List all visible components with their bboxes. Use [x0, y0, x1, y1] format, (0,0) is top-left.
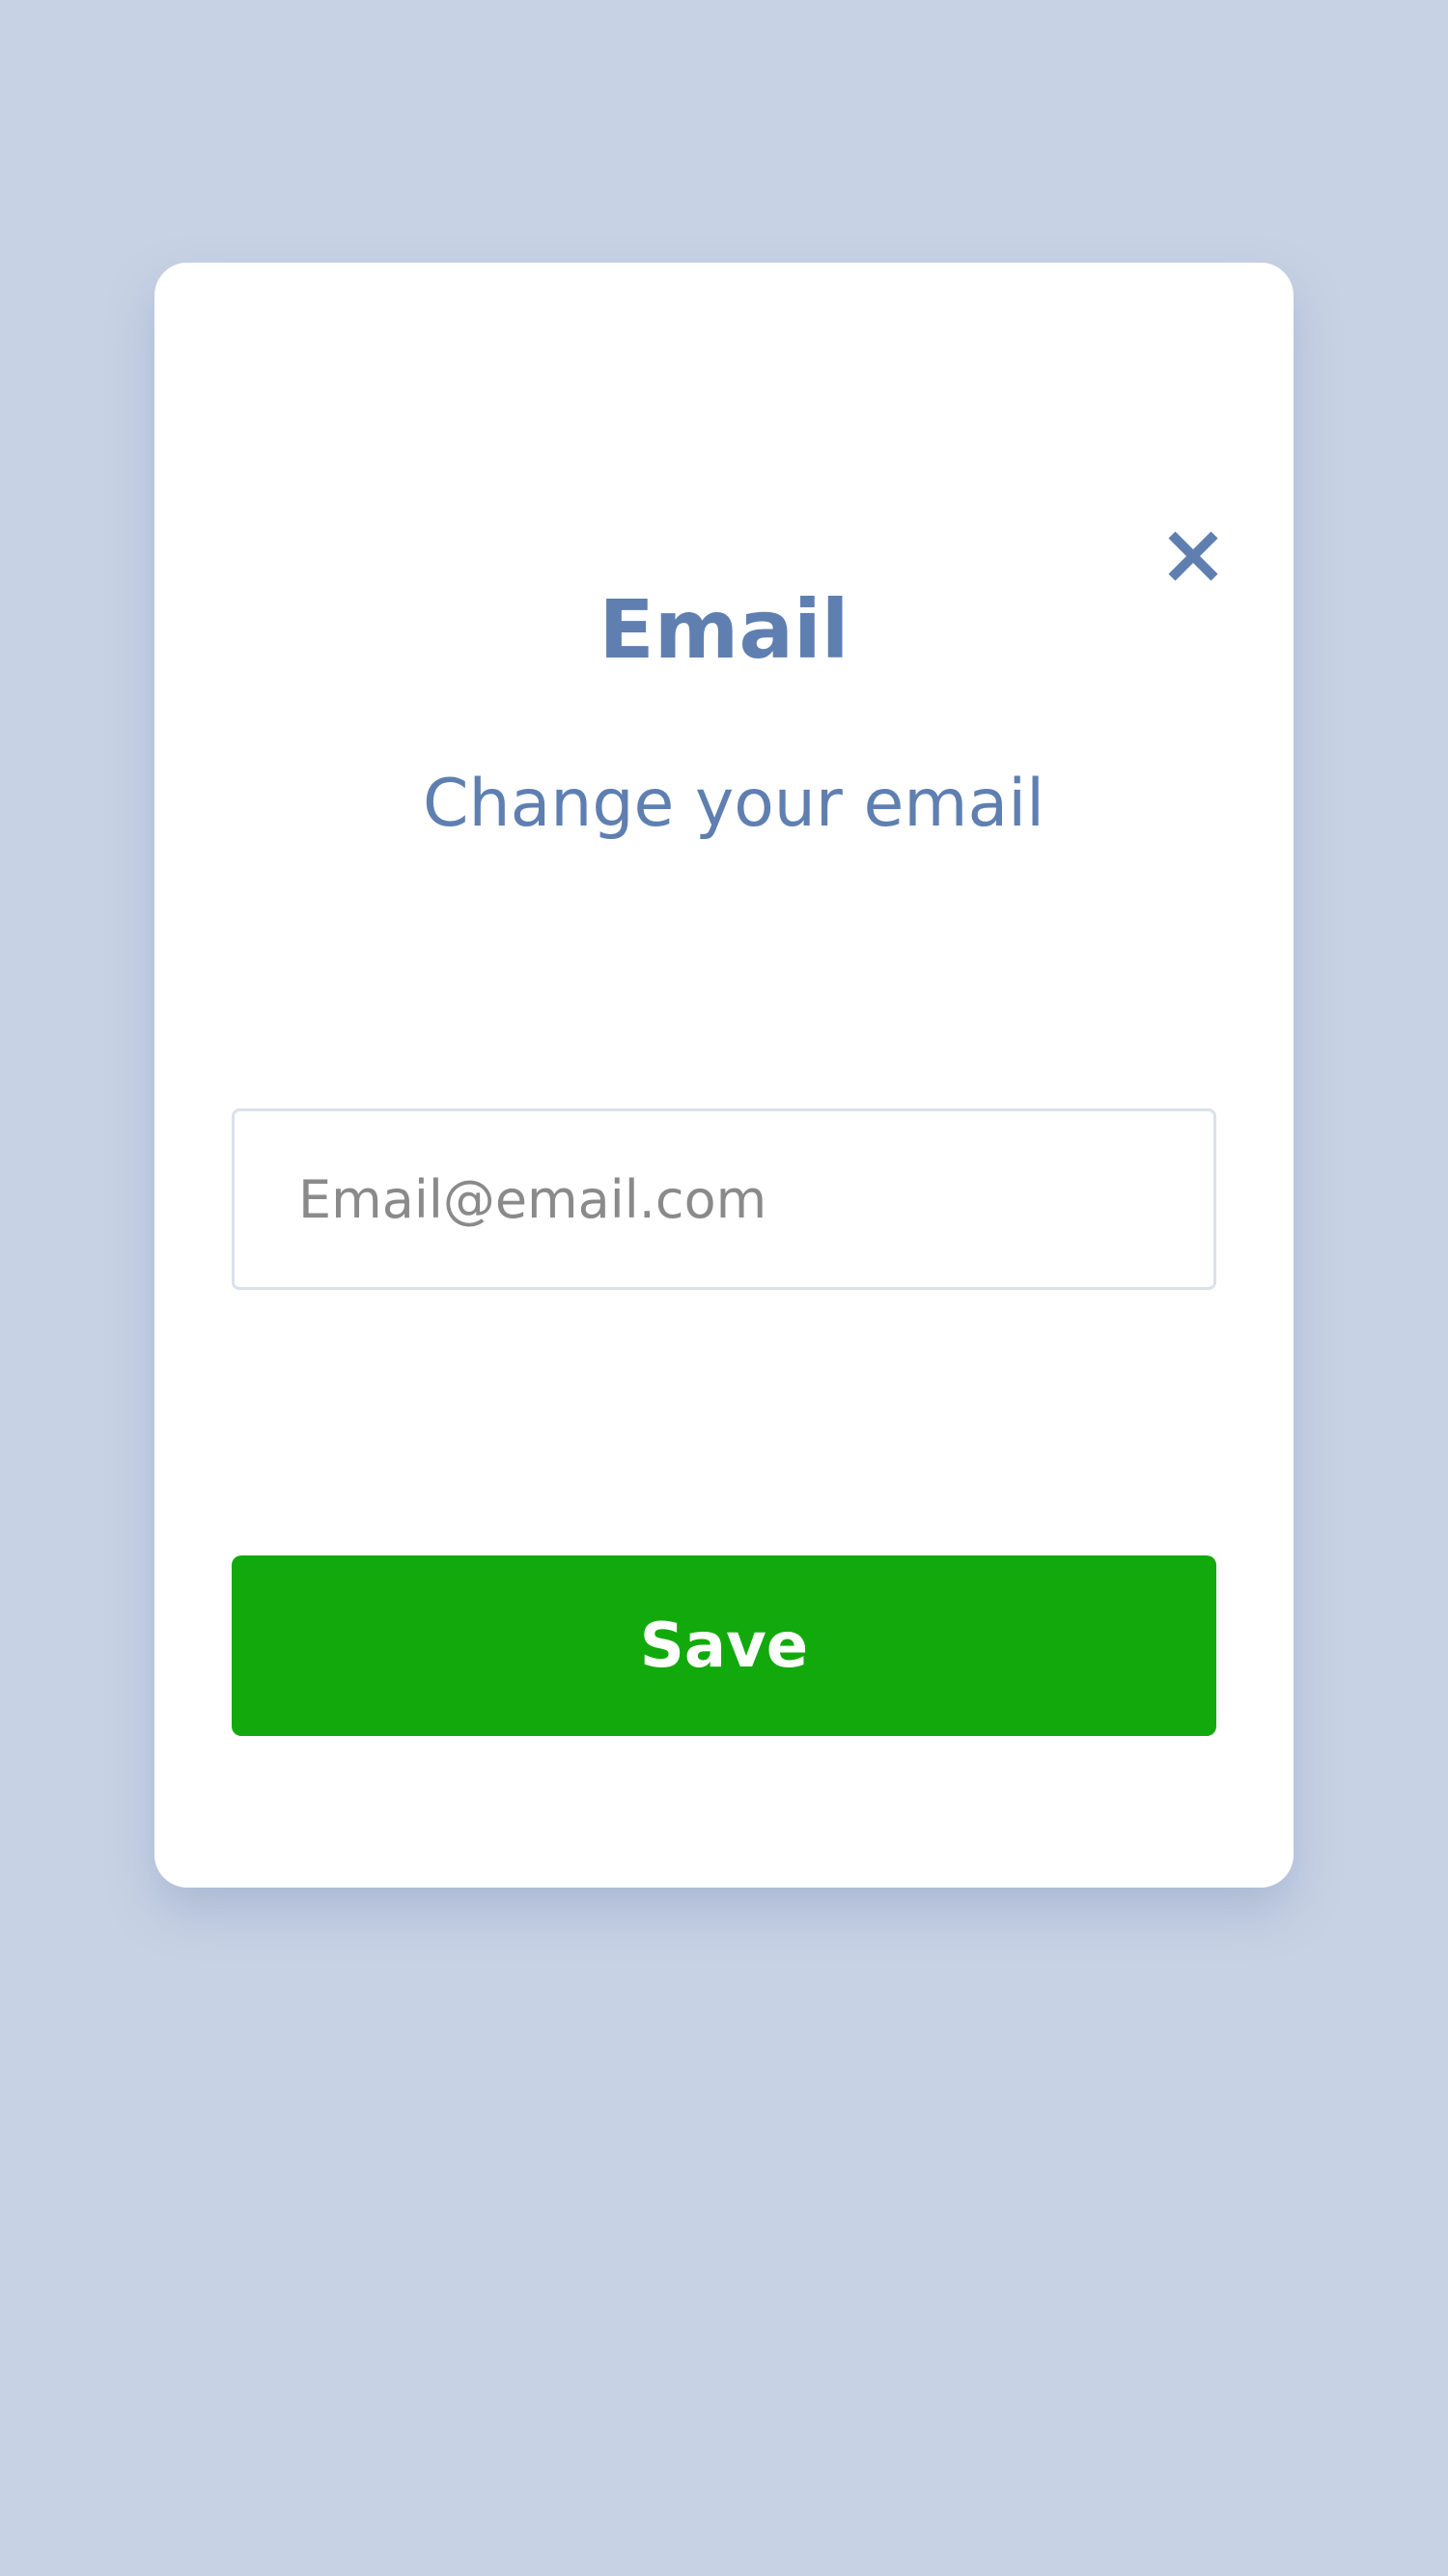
modal-title: Email — [599, 582, 849, 677]
email-input[interactable] — [232, 1108, 1216, 1290]
email-modal: Email Change your email Save — [154, 263, 1294, 1888]
save-button[interactable]: Save — [232, 1555, 1216, 1736]
modal-subtitle: Change your email — [422, 766, 1044, 842]
close-icon — [1168, 531, 1218, 581]
